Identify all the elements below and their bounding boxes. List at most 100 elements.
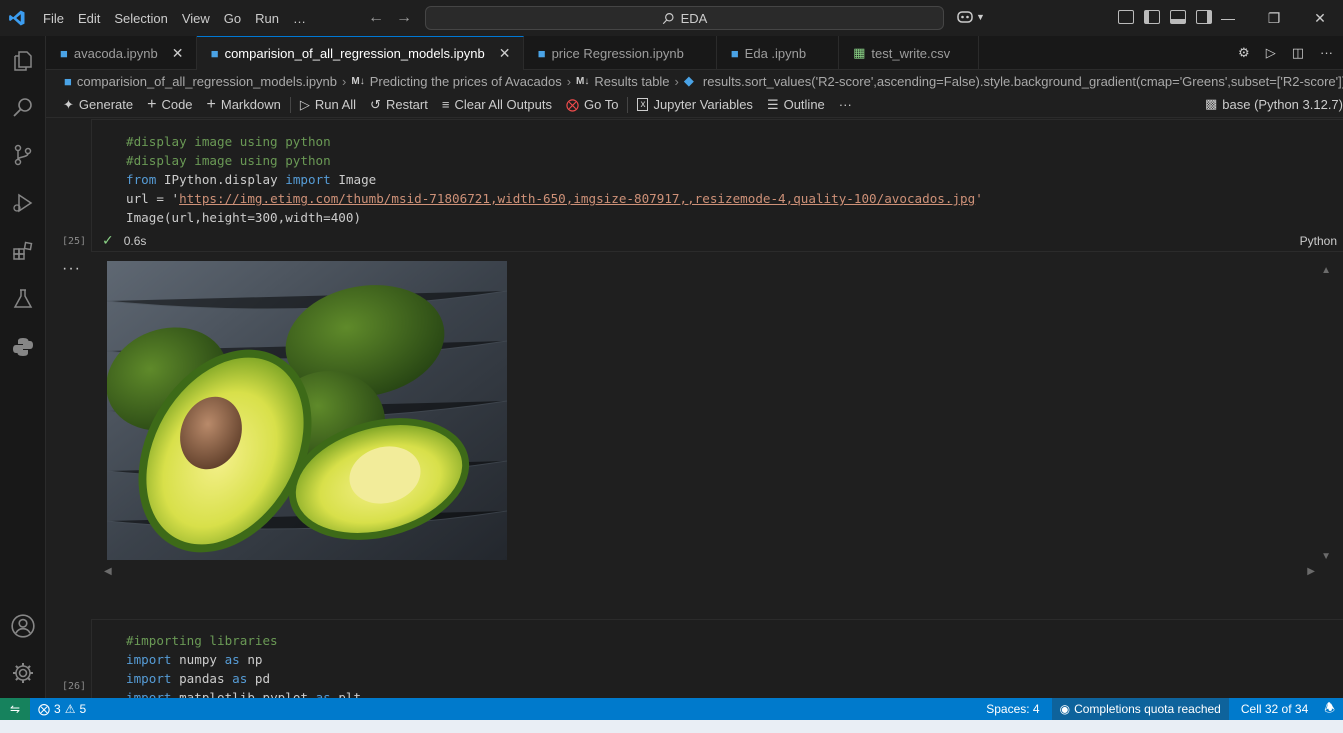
notifications-bell-icon[interactable]: 🕭 bbox=[1316, 699, 1343, 720]
scroll-down-icon[interactable]: ▼ bbox=[1321, 551, 1331, 562]
toggle-panel-icon[interactable] bbox=[1170, 10, 1186, 24]
menu-edit[interactable]: Edit bbox=[71, 11, 107, 26]
extensions-icon[interactable] bbox=[0, 228, 46, 274]
notebook-editor: #display image using python #display imag… bbox=[46, 119, 1343, 698]
menu-file[interactable]: File bbox=[36, 11, 71, 26]
tab-comparision[interactable]: ■ comparision_of_all_regression_models.i… bbox=[196, 36, 524, 70]
code-line: #display image using python bbox=[126, 153, 331, 168]
cell-position-status[interactable]: Cell 32 of 34 bbox=[1233, 702, 1316, 716]
minimize-icon[interactable]: — bbox=[1205, 0, 1251, 36]
toolbar-divider bbox=[627, 96, 629, 113]
kernel-picker[interactable]: ▩ base (Python 3.12.7) bbox=[1205, 96, 1343, 112]
menu-bar: File Edit Selection View Go Run … bbox=[36, 11, 313, 26]
remote-indicator-icon[interactable]: ⇋ bbox=[0, 698, 30, 720]
tab-price-regression[interactable]: ■ price Regression.ipynb bbox=[524, 36, 717, 70]
split-editor-icon[interactable]: ◫ bbox=[1292, 45, 1304, 61]
close-window-icon[interactable]: ✕ bbox=[1297, 0, 1343, 36]
tab-avacoda[interactable]: ■ avacoda.ipynb ✕ bbox=[46, 36, 197, 70]
editor-tabs: ■ avacoda.ipynb ✕ ■ comparision_of_all_r… bbox=[46, 36, 1343, 70]
breadcrumb-section-2[interactable]: Results table bbox=[594, 74, 669, 89]
run-play-icon[interactable]: ▷ bbox=[1266, 45, 1276, 61]
code-line: url = 'https://img.etimg.com/thumb/msid-… bbox=[126, 191, 983, 206]
search-icon[interactable] bbox=[0, 84, 46, 130]
plus-icon: + bbox=[147, 95, 157, 113]
url-link[interactable]: https://img.etimg.com/thumb/msid-7180672… bbox=[179, 191, 975, 206]
settings-gear-icon[interactable] bbox=[0, 650, 46, 696]
run-debug-icon[interactable] bbox=[0, 180, 46, 226]
output-more-icon[interactable]: ··· bbox=[62, 260, 81, 278]
copilot-icon: ◉ bbox=[1059, 702, 1071, 716]
title-bar: File Edit Selection View Go Run … ← → ED… bbox=[0, 0, 1343, 36]
menu-more[interactable]: … bbox=[286, 11, 313, 26]
menu-selection[interactable]: Selection bbox=[107, 11, 174, 26]
add-markdown-button[interactable]: + Markdown bbox=[200, 96, 288, 114]
tab-test-write[interactable]: ▦ test_write.csv bbox=[839, 36, 980, 70]
menu-go[interactable]: Go bbox=[217, 11, 248, 26]
toolbar-divider bbox=[289, 96, 291, 113]
explorer-icon[interactable] bbox=[0, 38, 46, 84]
more-label: ··· bbox=[838, 97, 852, 112]
forward-arrow-icon[interactable]: → bbox=[396, 9, 412, 27]
code-editor[interactable]: #display image using python #display imag… bbox=[92, 120, 1343, 227]
gear-icon[interactable]: ⚙ bbox=[1238, 45, 1250, 61]
back-arrow-icon[interactable]: ← bbox=[368, 9, 384, 27]
close-icon[interactable]: ✕ bbox=[499, 45, 513, 62]
clear-outputs-button[interactable]: ≡ Clear All Outputs bbox=[435, 97, 559, 112]
scroll-left-icon[interactable]: ◀ bbox=[104, 566, 112, 577]
more-actions-icon[interactable]: ··· bbox=[1320, 45, 1333, 61]
copilot-status[interactable]: ◉ Completions quota reached bbox=[1051, 698, 1229, 720]
toggle-sidebar-icon[interactable] bbox=[1144, 10, 1160, 24]
breadcrumb-file[interactable]: comparision_of_all_regression_models.ipy… bbox=[77, 74, 337, 89]
command-center-search[interactable]: EDA bbox=[425, 6, 944, 30]
layout-controls bbox=[1118, 10, 1212, 24]
python-icon[interactable] bbox=[0, 324, 46, 370]
go-to-button[interactable]: ⨂ Go To bbox=[559, 97, 625, 113]
breadcrumb-code[interactable]: results.sort_values('R2-score',ascending… bbox=[703, 74, 1343, 89]
restore-icon[interactable]: ❐ bbox=[1251, 0, 1297, 36]
run-all-button[interactable]: ▷ Run All bbox=[293, 97, 363, 113]
breadcrumb-separator: › bbox=[674, 73, 679, 89]
add-code-button[interactable]: + Code bbox=[140, 96, 199, 114]
cell-duration: 0.6s bbox=[123, 233, 147, 248]
code-cell[interactable]: #display image using python #display imag… bbox=[91, 119, 1343, 252]
code-label: Code bbox=[161, 97, 193, 112]
source-control-icon[interactable] bbox=[0, 132, 46, 178]
notebook-icon: ■ bbox=[210, 46, 219, 61]
generate-button[interactable]: ✦ Generate bbox=[56, 97, 140, 113]
execution-count: [25] bbox=[62, 236, 87, 247]
generate-label: Generate bbox=[78, 97, 134, 112]
account-icon[interactable] bbox=[0, 603, 46, 649]
testing-flask-icon[interactable] bbox=[0, 276, 46, 322]
status-bar: ⇋ ⨂ 3 ⚠ 5 Spaces: 4 ◉ Completions quota … bbox=[0, 698, 1343, 720]
indentation-status[interactable]: Spaces: 4 bbox=[978, 702, 1047, 716]
avocado-image-output bbox=[106, 261, 508, 560]
menu-run[interactable]: Run bbox=[248, 11, 286, 26]
menu-view[interactable]: View bbox=[175, 11, 217, 26]
code-cell[interactable]: #importing libraries import numpy as np im… bbox=[91, 619, 1343, 698]
notebook-icon: ■ bbox=[537, 45, 546, 61]
breadcrumb-section-1[interactable]: Predicting the prices of Avacados bbox=[370, 74, 562, 89]
code-line: import matplotlib.pyplot as plt bbox=[126, 690, 362, 698]
tab-actions: ⚙ ▷ ◫ ··· bbox=[1238, 45, 1333, 61]
customize-layout-icon[interactable] bbox=[1118, 10, 1134, 24]
run-all-label: Run All bbox=[314, 97, 357, 112]
more-toolbar-button[interactable]: ··· bbox=[832, 97, 859, 112]
activity-bar bbox=[0, 36, 46, 698]
cell-language[interactable]: Python bbox=[1300, 234, 1337, 248]
warning-count: 5 bbox=[79, 702, 87, 716]
restart-button[interactable]: ↺ Restart bbox=[363, 97, 435, 113]
problems-indicator[interactable]: ⨂ 3 ⚠ 5 bbox=[30, 702, 94, 716]
code-editor[interactable]: #importing libraries import numpy as np im… bbox=[92, 620, 1343, 698]
scroll-up-icon[interactable]: ▲ bbox=[1321, 265, 1331, 276]
list-icon: ☰ bbox=[766, 96, 779, 112]
tab-eda[interactable]: ■ Eda .ipynb bbox=[717, 36, 840, 70]
outline-button[interactable]: ☰ Outline bbox=[760, 97, 832, 113]
markdown-label: Markdown bbox=[220, 97, 281, 112]
copilot-button[interactable]: ▼ bbox=[956, 9, 985, 25]
jupyter-variables-button[interactable]: x Jupyter Variables bbox=[630, 97, 759, 112]
kernel-label: base (Python 3.12.7) bbox=[1222, 96, 1343, 112]
close-icon[interactable]: ✕ bbox=[172, 45, 186, 62]
scroll-right-icon[interactable]: ▶ bbox=[1307, 566, 1315, 577]
execution-count: [26] bbox=[62, 681, 87, 692]
clear-outputs-label: Clear All Outputs bbox=[454, 97, 552, 112]
